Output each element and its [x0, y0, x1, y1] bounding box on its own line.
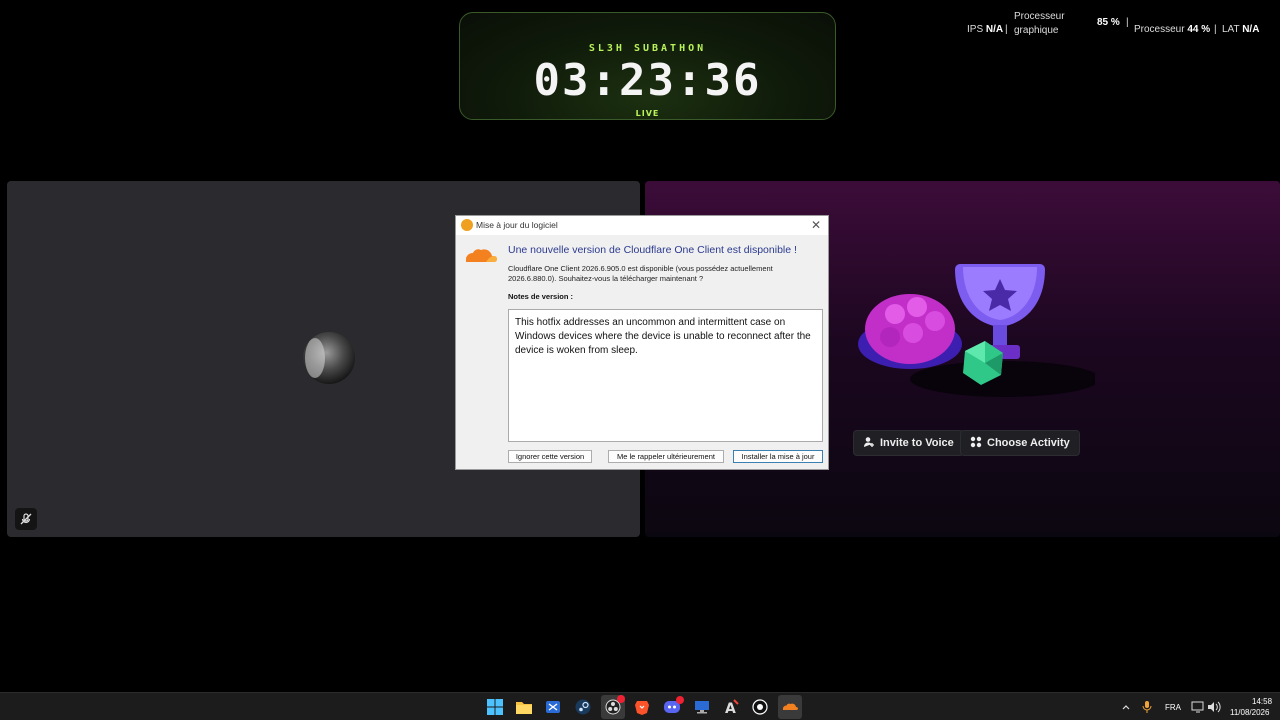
obs-icon[interactable] — [601, 695, 625, 719]
remote-desktop-icon[interactable] — [692, 697, 712, 717]
volume-icon[interactable] — [1204, 697, 1224, 717]
discord-badge — [676, 696, 684, 704]
timer-label: SL3H SUBATHON — [588, 43, 707, 54]
skip-version-button[interactable]: Ignorer cette version — [508, 450, 592, 463]
cloudflare-logo-icon — [466, 249, 497, 262]
activity-illustration-icon — [858, 264, 1095, 397]
steam-icon[interactable] — [573, 697, 593, 717]
chevron-up-icon[interactable] — [1116, 697, 1136, 717]
mic-muted-icon[interactable] — [15, 508, 37, 530]
cpu-stat: Processeur 44 % — [1134, 24, 1211, 35]
invite-to-voice-button[interactable]: Invite to Voice — [853, 430, 964, 456]
software-update-dialog: Mise à jour du logiciel ✕ Une nouvelle v… — [455, 215, 829, 470]
release-notes-label: Notes de version : — [508, 292, 574, 301]
subathon-timer: SL3H SUBATHON 03:23:36 LIVE — [459, 12, 836, 120]
install-update-button[interactable]: Installer la mise à jour — [733, 450, 823, 463]
windows-start-icon[interactable] — [485, 697, 505, 717]
lat-stat: LAT N/A — [1222, 24, 1260, 35]
cloudflare-icon[interactable] — [778, 695, 802, 719]
grid-icon — [970, 436, 982, 451]
brave-icon[interactable] — [632, 697, 652, 717]
dialog-title: Mise à jour du logiciel — [476, 220, 558, 230]
performance-stats: IPS N/A | Processeur graphique 85 % | Pr… — [967, 11, 1260, 36]
timer-time: 03:23:36 — [533, 55, 762, 106]
dialog-titlebar[interactable]: Mise à jour du logiciel ✕ — [456, 216, 828, 235]
discord-icon[interactable] — [662, 696, 684, 717]
microphone-icon[interactable] — [1137, 697, 1157, 717]
obs-studio-icon[interactable] — [750, 697, 770, 717]
clock-time[interactable]: 14:58 — [1252, 697, 1272, 706]
taskbar: A FRA 14:58 11/08/2026 — [0, 692, 1280, 720]
gpu-stat-label: Processeur graphique — [1014, 11, 1065, 36]
timer-status: LIVE — [635, 109, 660, 118]
anydesk-icon[interactable]: A — [721, 697, 741, 717]
dialog-heading: Une nouvelle version de Cloudflare One C… — [508, 244, 797, 256]
file-explorer-icon[interactable] — [514, 697, 534, 717]
dialog-description: Cloudflare One Client 2026.6.905.0 est d… — [508, 264, 773, 283]
close-icon[interactable]: ✕ — [808, 217, 824, 233]
add-user-icon — [863, 436, 875, 451]
language-indicator[interactable]: FRA — [1165, 703, 1181, 712]
app-icon — [461, 219, 473, 231]
clock-date[interactable]: 11/08/2026 — [1230, 708, 1269, 717]
avatar — [303, 332, 355, 384]
choose-activity-button[interactable]: Choose Activity — [960, 430, 1080, 456]
notification-badge — [617, 695, 625, 703]
snipping-tool-icon[interactable] — [543, 697, 563, 717]
svg-text:A: A — [725, 701, 736, 715]
ips-stat: IPS N/A — [967, 24, 1004, 35]
release-notes-text[interactable]: This hotfix addresses an uncommon and in… — [508, 309, 823, 442]
remind-later-button[interactable]: Me le rappeler ultérieurement — [608, 450, 724, 463]
gpu-stat-value: 85 % — [1097, 17, 1120, 28]
